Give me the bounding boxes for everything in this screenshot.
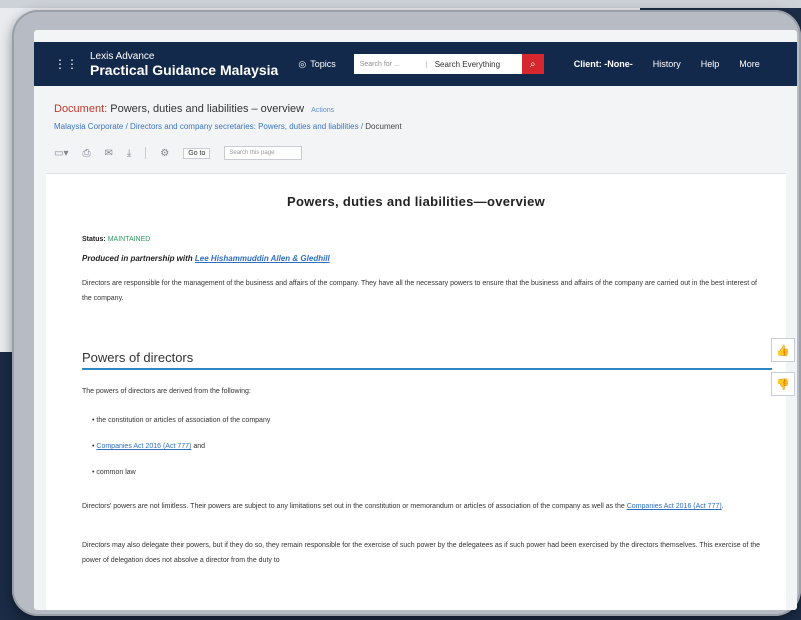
document-title: Powers, duties and liabilities – overvie… <box>110 103 305 115</box>
settings-icon[interactable]: ⚙ <box>160 148 169 159</box>
client-menu[interactable]: Client: -None- <box>574 59 633 69</box>
download-icon[interactable]: ⤓ <box>127 148 131 159</box>
header-nav: Client: -None- History Help More <box>574 59 760 69</box>
document-label: Document: <box>54 103 108 115</box>
list-item: • the constitution or articles of associ… <box>92 417 271 424</box>
paragraph-text: Directors' powers are not limitless. The… <box>82 503 625 510</box>
search-bar[interactable]: Search for ... Search Everything <box>353 54 522 74</box>
partner-prefix: Produced in partnership with <box>82 254 193 263</box>
goto-button[interactable]: Go to <box>183 147 211 159</box>
folder-icon[interactable]: ▭▾ <box>54 148 68 159</box>
thumbs-down-icon[interactable]: 👎 <box>771 372 795 396</box>
act-link[interactable]: Companies Act 2016 (Act 777) <box>96 443 191 450</box>
list-item: • common law <box>92 469 136 476</box>
intro-paragraph: Directors are responsible for the manage… <box>82 280 757 302</box>
search-input[interactable]: Search for ... <box>354 60 427 68</box>
status-value: MAINTAINED <box>107 236 151 243</box>
powers-intro: The powers of directors are derived from… <box>82 388 251 395</box>
breadcrumb-item[interactable]: Malaysia Corporate <box>54 122 123 131</box>
search-page-input[interactable]: Search this page <box>224 146 303 160</box>
app-screen: ⋮⋮ Lexis Advance Practical Guidance Mala… <box>34 30 797 610</box>
status-label: Status: <box>82 236 106 243</box>
logo-brand: Lexis Advance <box>90 50 155 62</box>
document-toolbar: ▭▾ ⎙ ✉ ⤓ ⚙ Go to Search this page <box>54 146 303 160</box>
tablet-frame: ⋮⋮ Lexis Advance Practical Guidance Mala… <box>12 10 801 616</box>
partner-link[interactable]: Lee Hishammuddin Allen & Gledhill <box>195 254 330 263</box>
act-link[interactable]: Companies Act 2016 (Act 777) <box>627 503 722 510</box>
list-item-text: the constitution or articles of associat… <box>96 417 271 424</box>
list-item-text: common law <box>96 469 136 476</box>
topics-label: Topics <box>310 59 336 69</box>
status-line: Status: MAINTAINED <box>82 236 150 243</box>
top-nav-bar: ⋮⋮ Lexis Advance Practical Guidance Mala… <box>34 42 797 86</box>
list-item: • Companies Act 2016 (Act 777) and <box>92 443 205 450</box>
history-link[interactable]: History <box>653 59 681 69</box>
breadcrumb-current: Document <box>365 122 402 131</box>
thumbs-up-icon[interactable]: 👍 <box>771 338 795 362</box>
help-link[interactable]: Help <box>701 59 720 69</box>
document-content: Powers, duties and liabilities—overview … <box>46 173 786 610</box>
app-grid-icon[interactable]: ⋮⋮ <box>54 58 78 70</box>
topics-button[interactable]: ◎ Topics <box>298 59 335 70</box>
section-heading: Powers of directors <box>82 350 772 370</box>
toolbar-divider <box>145 147 147 159</box>
background-strip <box>0 0 801 8</box>
compass-icon: ◎ <box>298 58 307 69</box>
delegation-paragraph: Directors may also delegate their powers… <box>82 542 761 564</box>
actions-menu[interactable]: Actions <box>311 107 334 114</box>
powers-limits-paragraph: Directors' powers are not limitless. The… <box>82 503 724 510</box>
search-button[interactable]: ⌕ <box>521 54 544 74</box>
breadcrumb: Malaysia Corporate / Directors and compa… <box>54 122 402 131</box>
logo-product: Practical Guidance Malaysia <box>90 61 279 78</box>
more-menu[interactable]: More <box>739 59 760 69</box>
print-icon[interactable]: ⎙ <box>82 148 90 159</box>
list-item-text: and <box>193 443 205 450</box>
breadcrumb-item[interactable]: Directors and company secretaries: Power… <box>130 122 359 131</box>
content-heading: Powers, duties and liabilities—overview <box>286 194 546 209</box>
search-scope-select[interactable]: Search Everything <box>427 60 500 69</box>
document-title-bar: Document: Powers, duties and liabilities… <box>54 103 334 115</box>
product-logo[interactable]: Lexis Advance Practical Guidance Malaysi… <box>90 51 278 78</box>
email-icon[interactable]: ✉ <box>104 148 112 159</box>
partner-line: Produced in partnership with Lee Hishamm… <box>82 254 330 263</box>
search-icon: ⌕ <box>529 58 536 70</box>
